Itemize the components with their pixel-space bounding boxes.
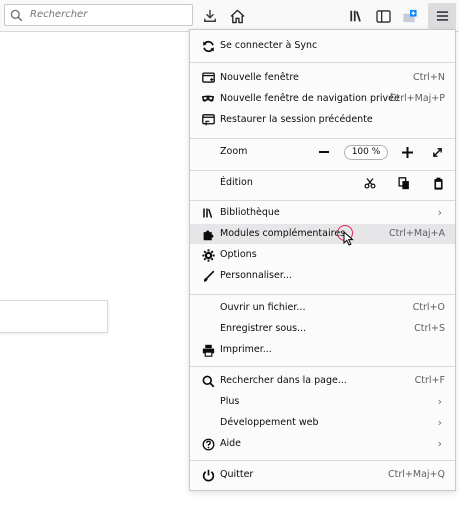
search-placeholder: Rechercher (30, 9, 88, 20)
plus-icon (401, 146, 413, 158)
separator (190, 366, 455, 367)
edit-label: Édition (220, 177, 253, 188)
search-icon (10, 9, 24, 23)
menu-item-help[interactable]: Aide › (190, 434, 455, 454)
menu-shortcut: Ctrl+F (414, 375, 445, 386)
menu-item-addons[interactable]: Modules complémentaires Ctrl+Maj+A (190, 224, 455, 246)
zoom-in-button[interactable] (397, 142, 417, 162)
menu-label: Personnaliser... (220, 270, 292, 281)
zoom-value[interactable]: 100 % (344, 145, 388, 160)
menu-item-more[interactable]: Plus › (190, 392, 455, 412)
separator (190, 294, 455, 295)
chevron-right-icon: › (437, 206, 442, 219)
library-icon (201, 206, 215, 220)
menu-item-find[interactable]: Rechercher dans la page... Ctrl+F (190, 371, 455, 391)
help-icon (201, 437, 215, 451)
menu-label: Ouvrir un fichier... (220, 302, 306, 313)
private-mask-icon (201, 92, 215, 106)
hamburger-menu-icon (436, 11, 448, 21)
chevron-right-icon: › (437, 416, 442, 429)
menu-label: Options (220, 249, 257, 260)
zoom-label: Zoom (220, 146, 248, 157)
separator (190, 138, 455, 139)
menu-item-save-as[interactable]: Enregistrer sous... Ctrl+S (190, 319, 455, 339)
menu-item-edit: Édition (190, 173, 455, 193)
separator (190, 170, 455, 171)
menu-item-open-file[interactable]: Ouvrir un fichier... Ctrl+O (190, 298, 455, 318)
fullscreen-icon (432, 147, 442, 157)
library-icon[interactable] (346, 6, 366, 26)
power-icon (201, 468, 215, 482)
download-icon[interactable] (200, 6, 220, 26)
menu-item-web-developer[interactable]: Développement web › (190, 413, 455, 433)
copy-icon (398, 176, 409, 189)
menu-item-sync[interactable]: Se connecter à Sync (190, 36, 455, 56)
menu-label: Quitter (220, 469, 254, 480)
screenshot-icon[interactable] (400, 6, 420, 26)
sync-icon (201, 39, 215, 53)
cut-button[interactable] (360, 173, 380, 193)
menu-item-quit[interactable]: Quitter Ctrl+Maj+Q (190, 465, 455, 485)
menu-shortcut: Ctrl+S (414, 323, 445, 334)
menu-shortcut: Ctrl+Maj+Q (388, 469, 445, 480)
menu-label: Modules complémentaires (220, 228, 346, 239)
menu-item-restore-session[interactable]: Restaurer la session précédente (190, 110, 455, 130)
search-input[interactable]: Rechercher (4, 4, 193, 26)
zoom-out-button[interactable] (314, 142, 334, 162)
restore-session-icon (201, 113, 215, 127)
chevron-right-icon: › (437, 437, 442, 450)
menu-label: Se connecter à Sync (220, 40, 318, 51)
hamburger-menu-button[interactable] (428, 3, 456, 29)
menu-label: Plus (220, 396, 240, 407)
menu-label: Rechercher dans la page... (220, 375, 347, 386)
menu-item-customize[interactable]: Personnaliser... (190, 266, 455, 286)
separator (190, 200, 455, 201)
separator (190, 62, 455, 63)
sidebar-icon[interactable] (373, 6, 393, 26)
menu-item-options[interactable]: Options (190, 245, 455, 265)
background-panel (0, 300, 108, 333)
menu-label: Aide (220, 438, 242, 449)
chevron-right-icon: › (437, 395, 442, 408)
menu-label: Enregistrer sous... (220, 323, 307, 334)
menu-shortcut: Ctrl+O (412, 302, 445, 313)
menu-shortcut: Ctrl+Maj+A (389, 228, 445, 239)
menu-label: Nouvelle fenêtre (220, 72, 299, 83)
copy-button[interactable] (394, 173, 414, 193)
search-icon (201, 374, 215, 388)
scissors-icon (364, 178, 376, 189)
gear-icon (201, 248, 215, 262)
puzzle-icon (201, 227, 215, 241)
menu-shortcut: Ctrl+N (413, 72, 445, 83)
menu-item-new-window[interactable]: Nouvelle fenêtre Ctrl+N (190, 68, 455, 88)
home-icon[interactable] (227, 6, 247, 26)
toolbar: Rechercher (0, 0, 459, 32)
menu-label: Imprimer... (220, 344, 272, 355)
menu-item-print[interactable]: Imprimer... (190, 340, 455, 360)
clipboard-icon (433, 177, 443, 190)
app-menu: Se connecter à Sync Nouvelle fenêtre Ctr… (189, 29, 456, 491)
fullscreen-button[interactable] (427, 142, 447, 162)
paintbrush-icon (201, 269, 215, 283)
paste-button[interactable] (428, 173, 448, 193)
menu-label: Restaurer la session précédente (220, 114, 373, 125)
menu-label: Bibliothèque (220, 207, 280, 218)
printer-icon (201, 343, 215, 357)
menu-label: Nouvelle fenêtre de navigation privée (220, 93, 400, 104)
mouse-cursor-icon (343, 231, 354, 246)
menu-shortcut: Ctrl+Maj+P (389, 93, 445, 104)
menu-label: Développement web (220, 417, 319, 428)
separator (190, 460, 455, 461)
menu-item-library[interactable]: Bibliothèque › (190, 203, 455, 223)
new-window-icon (201, 71, 215, 85)
menu-item-new-private-window[interactable]: Nouvelle fenêtre de navigation privée Ct… (190, 89, 455, 109)
minus-icon (319, 151, 329, 153)
menu-item-zoom: Zoom 100 % (190, 142, 455, 162)
